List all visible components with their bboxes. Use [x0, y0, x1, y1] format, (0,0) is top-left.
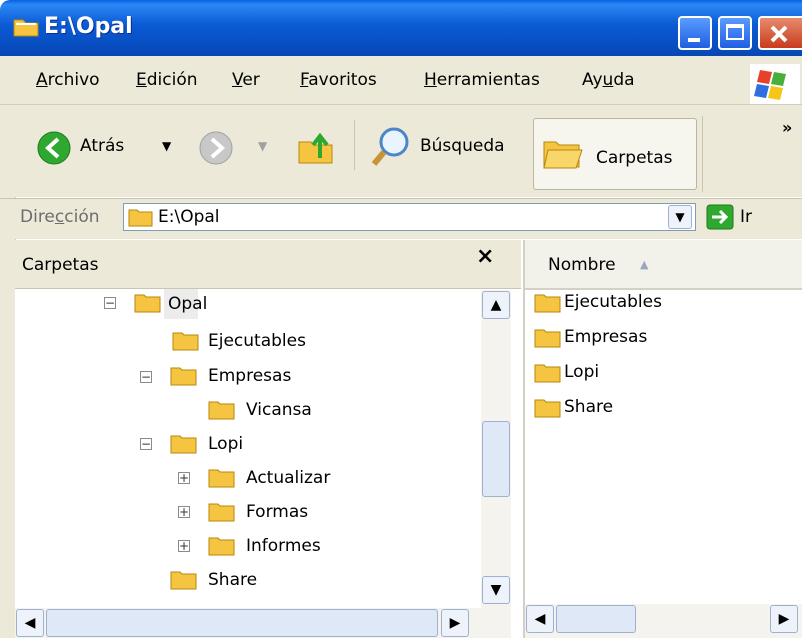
tree-item-empresas[interactable]: Empresas: [208, 366, 291, 386]
list-item-ejecutables[interactable]: Ejecutables: [564, 292, 662, 312]
search-button-label[interactable]: Búsqueda: [420, 136, 505, 156]
windows-logo: [750, 64, 800, 104]
scroll-up-button[interactable]: ▲: [482, 291, 510, 319]
list-item-empresas[interactable]: Empresas: [564, 327, 647, 347]
list-item-share[interactable]: Share: [564, 397, 613, 417]
folder-icon: [208, 469, 235, 488]
go-button-label[interactable]: Ir: [740, 207, 752, 227]
scroll-right-button[interactable]: ▶: [770, 605, 798, 633]
menu-favoritos[interactable]: Favoritos: [300, 70, 377, 90]
folders-pane-close-button[interactable]: ×: [476, 244, 494, 269]
folders-pane: [15, 240, 521, 638]
chevron-up-icon: ▲: [490, 297, 502, 313]
folder-icon: [134, 294, 161, 313]
go-arrow-icon[interactable]: [706, 204, 734, 230]
scroll-down-button[interactable]: ▼: [482, 576, 510, 604]
folder-icon: [170, 435, 197, 454]
back-dropdown-icon[interactable]: ▼: [162, 139, 171, 153]
chevron-down-icon: ▼: [490, 582, 502, 598]
folder-icon: [534, 399, 561, 418]
tree-collapse-icon[interactable]: −: [104, 297, 116, 309]
toolbar-separator: [354, 120, 355, 170]
tree-expand-icon[interactable]: +: [178, 540, 190, 552]
column-nombre[interactable]: Nombre: [548, 255, 616, 275]
tree-item-lopi[interactable]: Lopi: [208, 434, 243, 454]
chevron-down-icon: ▼: [675, 210, 685, 224]
folder-icon: [172, 332, 199, 351]
tree-item-actualizar[interactable]: Actualizar: [246, 468, 330, 488]
address-dropdown-button[interactable]: ▼: [668, 205, 692, 229]
toolbar-overflow-button[interactable]: »: [782, 118, 792, 137]
chevron-right-icon: ▶: [449, 615, 461, 631]
minimize-button[interactable]: [678, 16, 712, 50]
tree-collapse-icon[interactable]: −: [140, 371, 152, 383]
folders-pane-title: Carpetas: [22, 255, 99, 275]
tree-expand-icon[interactable]: +: [178, 472, 190, 484]
scroll-left-button[interactable]: ◀: [526, 605, 554, 633]
toolbar-separator: [702, 116, 703, 192]
maximize-icon: [726, 24, 744, 40]
menu-archivo[interactable]: Archivo: [36, 70, 100, 90]
chevron-left-icon: ◀: [534, 611, 546, 627]
folder-icon: [534, 364, 561, 383]
scroll-left-button[interactable]: ◀: [16, 609, 44, 637]
up-folder-icon[interactable]: [296, 128, 336, 168]
tree-expand-icon[interactable]: +: [178, 506, 190, 518]
list-hscroll-thumb[interactable]: [556, 605, 636, 633]
tree-item-informes[interactable]: Informes: [246, 536, 321, 556]
window-title: E:\Opal: [44, 14, 133, 39]
folders-icon: [543, 141, 583, 169]
tree-item-vicansa[interactable]: Vicansa: [246, 400, 312, 420]
tree-hscroll-thumb[interactable]: [46, 609, 438, 637]
folders-button-label[interactable]: Carpetas: [596, 148, 672, 168]
folder-icon: [208, 537, 235, 556]
folder-icon: [208, 503, 235, 522]
tree-scroll-thumb[interactable]: [482, 421, 510, 497]
menu-edicion[interactable]: Edición: [136, 70, 198, 90]
list-item-lopi[interactable]: Lopi: [564, 362, 599, 382]
folder-icon: [534, 329, 561, 348]
scroll-right-button[interactable]: ▶: [441, 609, 469, 637]
tree-collapse-icon[interactable]: −: [140, 438, 152, 450]
minimize-icon: [688, 38, 700, 42]
menu-bar: [0, 56, 802, 105]
address-label: Dirección: [20, 207, 100, 227]
menu-herramientas[interactable]: Herramientas: [424, 70, 540, 90]
tree-item-opal[interactable]: Opal: [168, 294, 207, 314]
folder-icon: [128, 209, 153, 227]
tree-item-formas[interactable]: Formas: [246, 502, 308, 522]
sort-ascending-icon: ▲: [640, 258, 649, 271]
folder-icon: [13, 19, 39, 37]
forward-arrow-icon[interactable]: [198, 130, 234, 166]
back-arrow-icon[interactable]: [36, 130, 72, 166]
folder-icon: [170, 571, 197, 590]
forward-dropdown-icon[interactable]: ▼: [258, 139, 267, 153]
tree-item-ejecutables[interactable]: Ejecutables: [208, 331, 306, 351]
folder-icon: [534, 294, 561, 313]
folder-icon: [170, 367, 197, 386]
search-icon[interactable]: [368, 124, 412, 168]
tree-item-share[interactable]: Share: [208, 570, 257, 590]
maximize-button[interactable]: [718, 16, 752, 50]
close-icon: [770, 25, 788, 43]
back-button-label[interactable]: Atrás: [80, 136, 124, 156]
folder-icon: [208, 401, 235, 420]
menu-ver[interactable]: Ver: [232, 70, 260, 90]
address-value[interactable]: E:\Opal: [158, 207, 220, 227]
chevron-right-icon: ▶: [778, 611, 790, 627]
chevron-left-icon: ◀: [24, 615, 36, 631]
menu-ayuda[interactable]: Ayuda: [582, 70, 635, 90]
close-button[interactable]: [758, 16, 802, 50]
